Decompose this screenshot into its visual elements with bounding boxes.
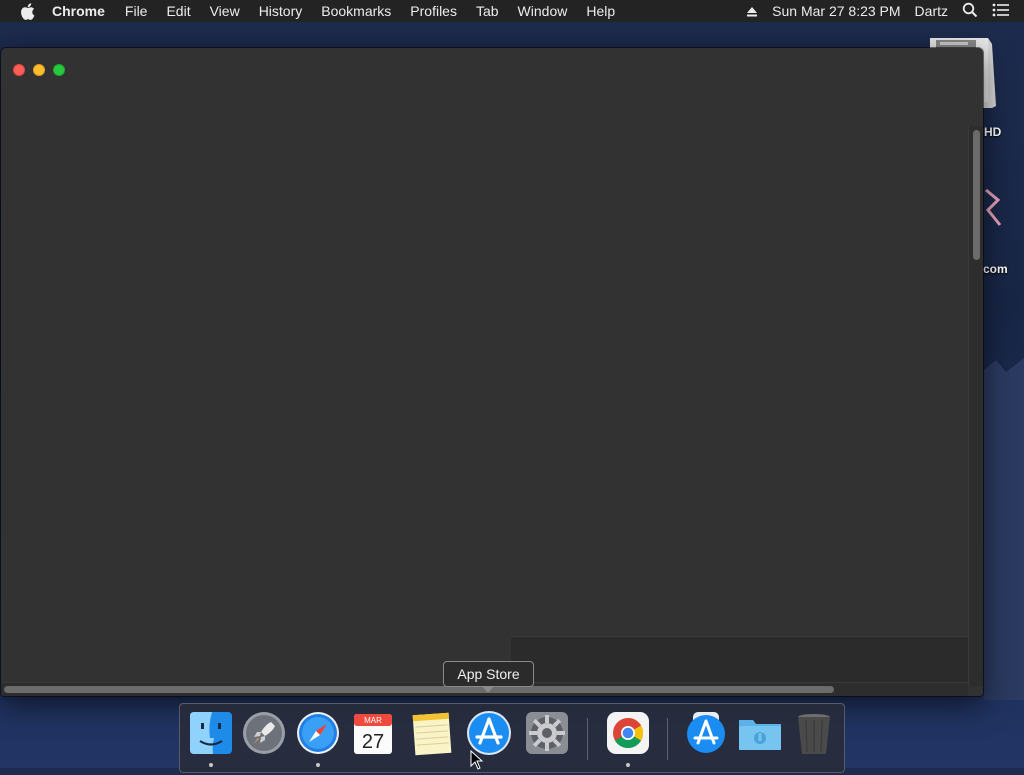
dock-separator [667,718,668,760]
notes-icon[interactable] [408,710,454,756]
running-indicator-safari [316,763,320,767]
menu-history[interactable]: History [259,0,303,22]
desktop-label-hd[interactable]: HD [984,125,1001,139]
menu-view[interactable]: View [210,0,240,22]
window-close-button[interactable] [13,64,25,76]
app-store-folder-icon[interactable] [683,710,729,756]
chrome-icon[interactable] [605,710,651,756]
menu-extras: Sun Mar 27 8:23 PM Dartz [746,0,1024,22]
mouse-cursor [470,749,484,770]
menu-tab[interactable]: Tab [476,0,499,22]
finder-icon[interactable] [188,710,234,756]
menu-app-chrome[interactable]: Chrome [52,0,105,22]
eject-icon[interactable] [746,5,758,17]
desktop-label-com[interactable]: com [983,262,1008,276]
calendar-day: 27 [362,731,384,753]
menu-clock[interactable]: Sun Mar 27 8:23 PM [772,3,900,19]
menu-bookmarks[interactable]: Bookmarks [321,0,391,22]
menu-edit[interactable]: Edit [166,0,190,22]
menu-user[interactable]: Dartz [915,3,948,19]
vertical-scrollbar[interactable] [968,126,983,686]
menu-help[interactable]: Help [586,0,615,22]
wallpaper-mountain [984,340,1024,700]
system-preferences-icon[interactable] [524,710,570,756]
window-zoom-button[interactable] [53,64,65,76]
running-indicator-chrome [626,763,630,767]
safari-icon[interactable] [295,710,341,756]
spotlight-search-icon[interactable] [962,2,978,21]
launchpad-icon[interactable] [241,710,287,756]
calendar-month: MAR [364,716,382,725]
trash-icon[interactable] [791,710,837,756]
horizontal-scroll-thumb[interactable] [4,686,834,693]
menu-window[interactable]: Window [518,0,568,22]
calendar-icon[interactable]: MAR 27 [350,710,396,756]
desktop-file-icon[interactable] [984,185,1004,235]
menu-bar: Chrome File Edit View History Bookmarks … [0,0,1024,22]
notification-center-icon[interactable] [992,3,1010,20]
dock-separator [587,718,588,760]
running-indicator-finder [209,763,213,767]
content-panel [511,636,968,683]
dock-tooltip: App Store [443,661,534,687]
window-minimize-button[interactable] [33,64,45,76]
vertical-scroll-thumb[interactable] [973,130,980,260]
menu-file[interactable]: File [125,0,148,22]
dock-tooltip-arrow [482,686,494,693]
chrome-window[interactable] [1,48,983,696]
menu-profiles[interactable]: Profiles [410,0,457,22]
apple-icon[interactable] [20,2,36,20]
downloads-folder-icon[interactable] [737,710,783,756]
dock: MAR 27 [179,703,845,773]
